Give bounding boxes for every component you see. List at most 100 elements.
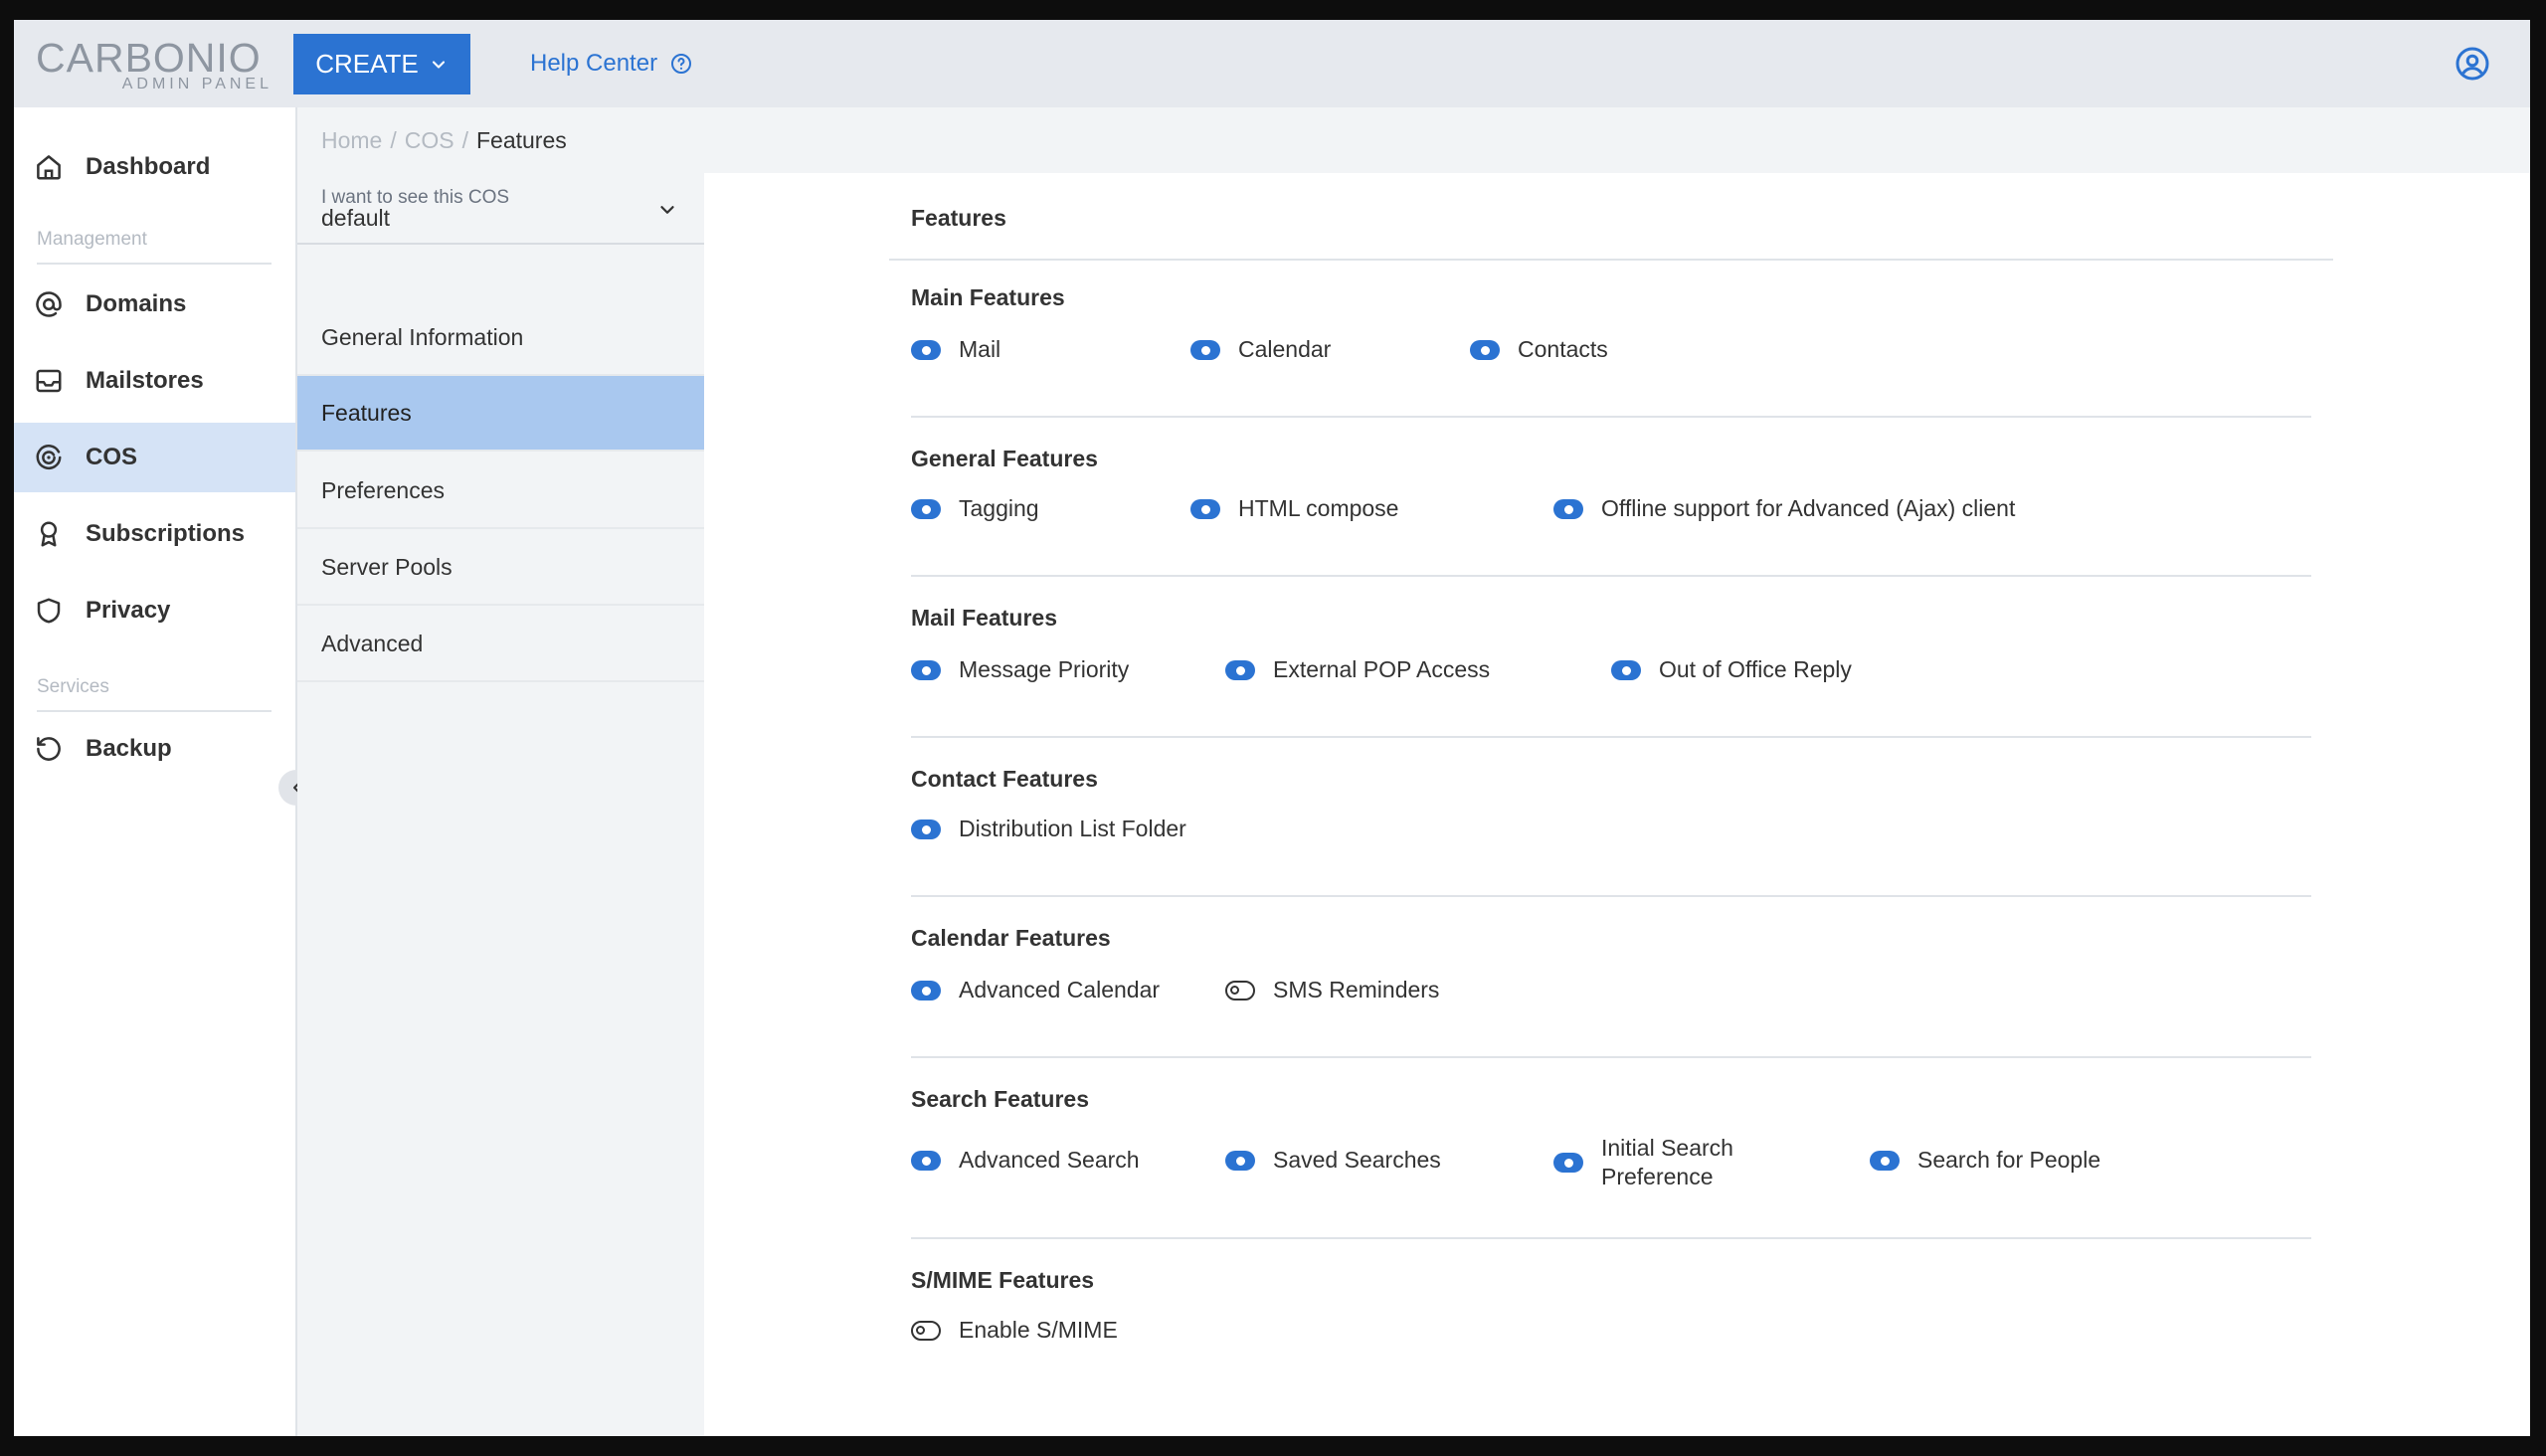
feature-label: Advanced Calendar <box>959 977 1161 1002</box>
sidebar-item-label: Subscriptions <box>86 520 246 547</box>
cos-icon <box>36 445 62 470</box>
feature-toggle-contacts[interactable]: Contacts <box>1470 336 1608 363</box>
toggle-on-icon[interactable] <box>911 339 941 360</box>
feature-label: Enable S/MIME <box>959 1317 1118 1343</box>
breadcrumb-cos[interactable]: COS <box>405 127 455 154</box>
toggle-on-icon[interactable] <box>1611 659 1641 680</box>
toggle-on-icon[interactable] <box>911 659 941 680</box>
shield-icon <box>37 598 61 624</box>
logo-subtitle: ADMIN PANEL <box>121 76 273 92</box>
section-label-management: Management <box>37 229 272 265</box>
feature-toggle-advanced-search[interactable]: Advanced Search <box>911 1147 1140 1174</box>
subnav-server-pools[interactable]: Server Pools <box>297 530 704 606</box>
feature-label: Distribution List Folder <box>959 816 1186 841</box>
breadcrumb: Home / COS / Features <box>297 107 2530 173</box>
divider <box>911 1237 2311 1239</box>
help-circle-icon <box>671 54 692 74</box>
feature-toggle-html-compose[interactable]: HTML compose <box>1190 495 1398 522</box>
feature-label: Contacts <box>1518 336 1608 362</box>
divider <box>911 1056 2311 1058</box>
breadcrumb-home[interactable]: Home <box>321 127 382 154</box>
sidebar-item-label: Dashboard <box>86 153 211 180</box>
feature-label-line2: Preference <box>1601 1164 1714 1189</box>
feature-label: Search for People <box>1917 1147 2101 1173</box>
help-center-label: Help Center <box>530 50 658 77</box>
section-label-services: Services <box>37 676 272 712</box>
carbonio-logo[interactable]: CARBONIO ADMIN PANEL <box>36 36 274 92</box>
feature-label: Saved Searches <box>1273 1147 1441 1173</box>
toggle-on-icon[interactable] <box>1870 1150 1900 1171</box>
cos-select[interactable]: I want to see this COS default <box>297 173 704 245</box>
create-button[interactable]: CREATE <box>293 34 470 94</box>
feature-toggle-search-for-people[interactable]: Search for People <box>1870 1147 2100 1174</box>
chevron-down-icon <box>660 206 674 214</box>
feature-toggle-external-pop[interactable]: External POP Access <box>1225 656 1490 683</box>
subnav-general-information[interactable]: General Information <box>297 300 704 376</box>
feature-toggle-mail[interactable]: Mail <box>911 336 1000 363</box>
feature-label: Out of Office Reply <box>1659 656 1852 682</box>
toggle-off-icon[interactable] <box>911 1320 941 1341</box>
feature-label: External POP Access <box>1273 656 1491 682</box>
feature-label-line1: Initial Search <box>1601 1135 1733 1161</box>
toggle-on-icon[interactable] <box>1190 339 1220 360</box>
section-title: General Features <box>911 446 1098 471</box>
feature-label: HTML compose <box>1238 495 1399 521</box>
feature-toggle-sms-reminders[interactable]: SMS Reminders <box>1225 977 1439 1003</box>
toggle-on-icon[interactable] <box>1225 659 1255 680</box>
divider <box>911 575 2311 577</box>
subnav-advanced[interactable]: Advanced <box>297 607 704 682</box>
feature-toggle-distribution-list[interactable]: Distribution List Folder <box>911 816 1186 842</box>
home-icon <box>37 155 61 180</box>
sidebar-item-dashboard[interactable]: Dashboard <box>14 132 295 202</box>
breadcrumb-separator: / <box>461 126 468 153</box>
feature-toggle-offline-support[interactable]: Offline support for Advanced (Ajax) clie… <box>1553 495 2015 522</box>
sidebar-item-domains[interactable]: Domains <box>14 270 295 339</box>
divider <box>911 736 2311 738</box>
feature-toggle-initial-search-preference[interactable]: Initial Search Preference <box>1553 1134 1733 1191</box>
sidebar-item-privacy[interactable]: Privacy <box>14 576 295 645</box>
chevron-down-icon <box>432 60 445 69</box>
help-center-link[interactable]: Help Center <box>530 42 693 86</box>
cos-select-value: default <box>321 205 391 231</box>
feature-label: Mail <box>959 336 1001 362</box>
feature-toggle-advanced-calendar[interactable]: Advanced Calendar <box>911 977 1160 1003</box>
top-bar: CARBONIO ADMIN PANEL CREATE Help Center <box>14 20 2530 107</box>
sidebar-item-label: COS <box>86 444 138 470</box>
sidebar-item-cos[interactable]: COS <box>14 423 295 492</box>
feature-toggle-calendar[interactable]: Calendar <box>1190 336 1331 363</box>
sidebar-item-label: Domains <box>86 290 187 317</box>
section-title: Search Features <box>911 1086 1089 1112</box>
section-title: Calendar Features <box>911 925 1111 951</box>
section-title: Main Features <box>911 284 1065 310</box>
sidebar-item-label: Privacy <box>86 597 171 624</box>
feature-label: Offline support for Advanced (Ajax) clie… <box>1601 495 2016 521</box>
toggle-on-icon[interactable] <box>1553 498 1583 519</box>
toggle-on-icon[interactable] <box>1190 498 1220 519</box>
feature-toggle-out-of-office[interactable]: Out of Office Reply <box>1611 656 1852 683</box>
toggle-on-icon[interactable] <box>1553 1153 1583 1173</box>
feature-label: Tagging <box>959 495 1039 521</box>
feature-toggle-tagging[interactable]: Tagging <box>911 495 1039 522</box>
restore-icon <box>37 737 61 761</box>
sidebar-item-backup[interactable]: Backup <box>14 714 295 784</box>
user-account-icon[interactable] <box>2455 46 2490 82</box>
toggle-on-icon[interactable] <box>911 1150 941 1171</box>
feature-toggle-saved-searches[interactable]: Saved Searches <box>1225 1147 1441 1174</box>
toggle-off-icon[interactable] <box>1225 980 1255 1001</box>
section-title: S/MIME Features <box>911 1267 1095 1293</box>
feature-toggle-enable-smime[interactable]: Enable S/MIME <box>911 1317 1118 1344</box>
subnav-features[interactable]: Features <box>297 376 704 452</box>
cos-subnav: I want to see this COS default General I… <box>297 173 704 1436</box>
toggle-on-icon[interactable] <box>1470 339 1500 360</box>
sidebar-item-subscriptions[interactable]: Subscriptions <box>14 499 295 569</box>
toggle-on-icon[interactable] <box>1225 1150 1255 1171</box>
toggle-on-icon[interactable] <box>911 980 941 1001</box>
create-label: CREATE <box>315 49 419 79</box>
subnav-preferences[interactable]: Preferences <box>297 454 704 529</box>
divider <box>911 416 2311 418</box>
sidebar-item-mailstores[interactable]: Mailstores <box>14 346 295 416</box>
toggle-on-icon[interactable] <box>911 819 941 839</box>
divider <box>911 895 2311 897</box>
toggle-on-icon[interactable] <box>911 498 941 519</box>
feature-toggle-message-priority[interactable]: Message Priority <box>911 656 1129 683</box>
